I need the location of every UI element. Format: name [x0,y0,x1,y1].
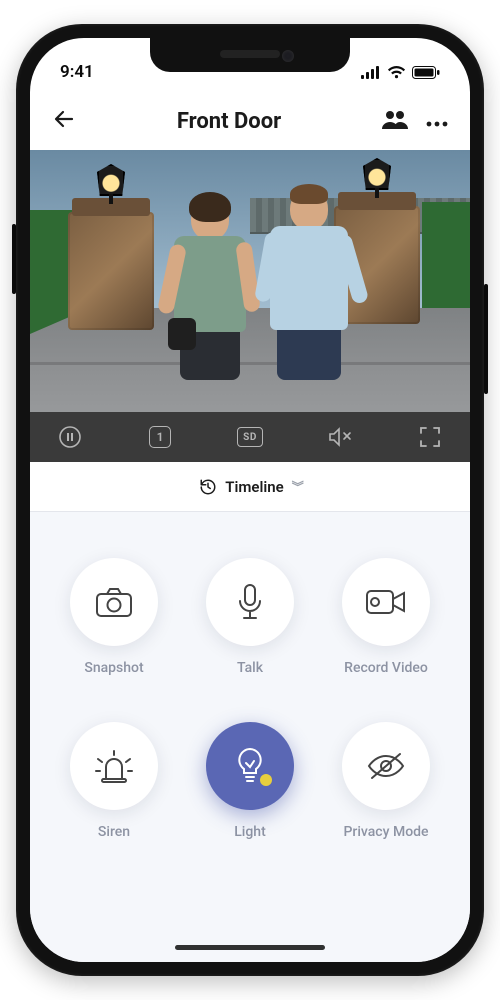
action-record[interactable]: Record Video [328,558,444,676]
quality-button[interactable]: SD [232,427,268,447]
eye-off-icon [366,751,406,781]
more-dots-icon [426,121,448,127]
app-header: Front Door [30,92,470,150]
history-icon [199,478,217,496]
timeline-label: Timeline [225,478,283,496]
status-indicators [361,66,440,79]
phone-screen: 9:41 Front Door [30,38,470,962]
video-toolbar: 1 SD [30,412,470,462]
action-light[interactable]: Light [192,722,308,840]
page-title: Front Door [177,109,281,134]
fullscreen-icon [419,426,441,448]
action-talk[interactable]: Talk [192,558,308,676]
action-snapshot[interactable]: Snapshot [56,558,172,676]
actions-grid: Snapshot Talk Record Video Siren [56,558,444,840]
quality-value: SD [237,427,263,447]
action-siren[interactable]: Siren [56,722,172,840]
action-label: Privacy Mode [343,824,428,840]
people-icon [382,109,408,129]
pause-icon [58,425,82,449]
speaker-muted-icon [327,426,353,448]
action-privacy[interactable]: Privacy Mode [328,722,444,840]
cellular-icon [361,66,381,79]
chevron-down-icon: ︾ [292,478,301,495]
timeline-toggle[interactable]: Timeline ︾ [30,462,470,512]
fullscreen-button[interactable] [412,426,448,448]
camera-live-view[interactable] [30,150,470,412]
status-dot [260,774,272,786]
phone-frame: 9:41 Front Door [16,24,484,976]
actions-panel: Snapshot Talk Record Video Siren [30,512,470,962]
share-button[interactable] [382,109,408,133]
home-indicator[interactable] [175,945,325,950]
stream-count-button[interactable]: 1 [142,426,178,448]
action-label: Snapshot [84,660,143,676]
microphone-icon [236,583,264,621]
action-label: Talk [237,660,263,676]
action-label: Siren [98,824,130,840]
camera-icon [95,586,133,618]
more-button[interactable] [426,112,448,131]
mute-button[interactable] [322,426,358,448]
siren-icon [94,749,134,783]
back-button[interactable] [52,107,76,135]
status-time: 9:41 [60,62,94,82]
device-notch [150,38,350,72]
stream-count-value: 1 [149,426,171,448]
battery-icon [412,66,440,79]
pause-button[interactable] [52,425,88,449]
wifi-icon [387,66,406,79]
action-label: Record Video [344,660,428,676]
video-camera-icon [365,587,407,617]
action-label: Light [234,824,266,840]
